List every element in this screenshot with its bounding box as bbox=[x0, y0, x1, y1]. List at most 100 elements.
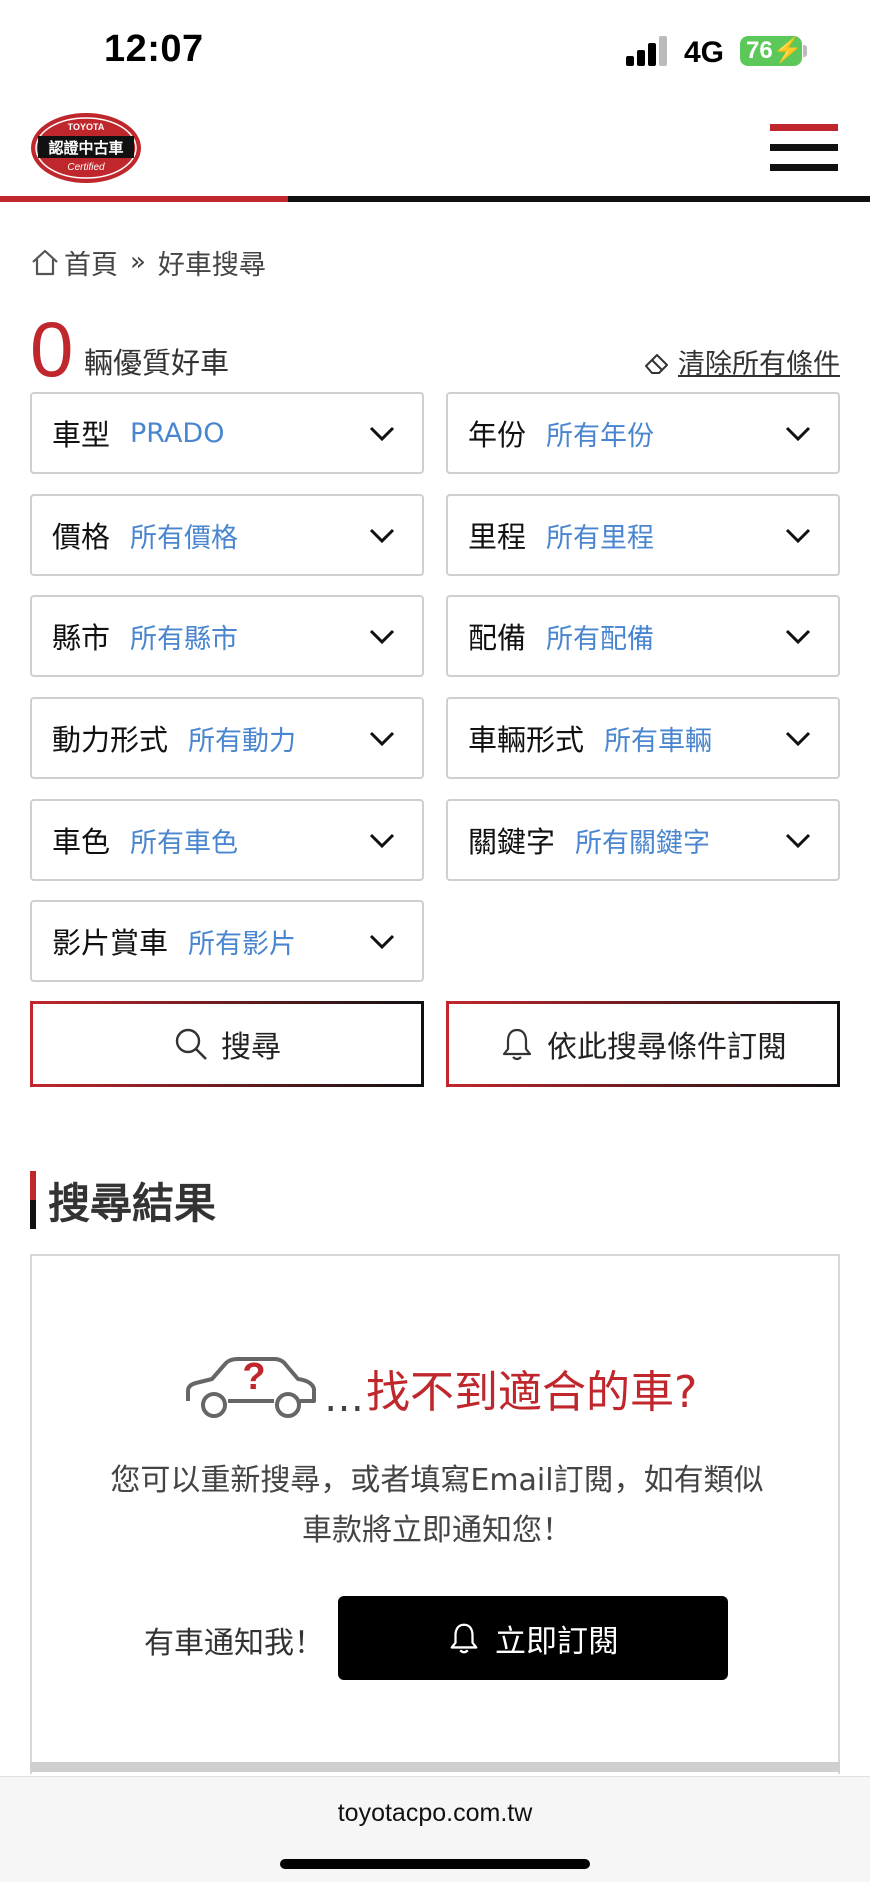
chevron-down-icon bbox=[369, 833, 395, 849]
chevron-down-icon bbox=[785, 833, 811, 849]
clear-all-label: 清除所有條件 bbox=[678, 349, 840, 380]
results-heading: 搜尋結果 bbox=[30, 1170, 216, 1230]
chevron-down-icon bbox=[369, 426, 395, 442]
subscribe-search-button[interactable]: 依此搜尋條件訂閱 bbox=[446, 1001, 840, 1087]
filter-body-type-select[interactable]: 車輛形式 所有車輛 bbox=[446, 697, 840, 779]
charging-bolt-icon: ⚡ bbox=[772, 37, 803, 64]
result-count-label: 輛優質好車 bbox=[84, 346, 230, 380]
site-header: TOYOTA 認證中古車 Certified bbox=[0, 100, 870, 200]
chevron-down-icon bbox=[785, 426, 811, 442]
filter-value: 所有車輛 bbox=[604, 725, 713, 757]
logo-sub: Certified bbox=[67, 162, 105, 173]
bell-icon bbox=[502, 1028, 532, 1061]
filter-label: 車輛形式 bbox=[468, 723, 585, 757]
logo-title: 認證中古車 bbox=[48, 139, 123, 157]
home-indicator[interactable] bbox=[280, 1859, 590, 1869]
chevron-down-icon bbox=[369, 528, 395, 544]
filter-label: 車型 bbox=[52, 418, 111, 452]
status-time: 12:07 bbox=[104, 28, 204, 70]
filter-label: 影片賞車 bbox=[52, 926, 169, 960]
subscribe-now-label: 立即訂閱 bbox=[495, 1623, 619, 1660]
result-count-number: 0 bbox=[30, 305, 74, 393]
signal-icon bbox=[626, 36, 670, 66]
filter-label: 縣市 bbox=[52, 621, 111, 655]
filter-label: 關鍵字 bbox=[468, 825, 556, 859]
menu-bar-black bbox=[770, 144, 838, 151]
chevron-down-icon bbox=[785, 528, 811, 544]
desc-line-2: 車款將立即通知您！ bbox=[302, 1513, 572, 1548]
filter-label: 車色 bbox=[52, 825, 111, 859]
no-result-panel: ? … 找不到適合的車? 您可以重新搜尋，或者填寫Email訂閱，如有類似 車款… bbox=[30, 1254, 840, 1774]
filter-value: 所有動力 bbox=[188, 725, 297, 757]
no-car-text: 找不到適合的車? bbox=[366, 1367, 698, 1418]
breadcrumb-current: 好車搜尋 bbox=[157, 249, 266, 281]
menu-bar-red bbox=[770, 124, 838, 131]
filter-value: 所有價格 bbox=[130, 522, 239, 554]
filter-model-select[interactable]: 車型 PRADO bbox=[30, 392, 424, 474]
search-button[interactable]: 搜尋 bbox=[30, 1001, 424, 1087]
filter-label: 價格 bbox=[52, 520, 111, 554]
filter-label: 年份 bbox=[468, 418, 527, 452]
filter-value: 所有影片 bbox=[188, 928, 297, 960]
filter-label: 動力形式 bbox=[52, 723, 169, 757]
result-count-row: 0 輛優質好車 清除所有條件 bbox=[30, 310, 840, 388]
filter-mileage-select[interactable]: 里程 所有里程 bbox=[446, 494, 840, 576]
breadcrumb-home-link[interactable]: 首頁 bbox=[64, 243, 118, 282]
filter-city-select[interactable]: 縣市 所有縣市 bbox=[30, 595, 424, 677]
bell-icon bbox=[450, 1623, 478, 1654]
breadcrumb: 首頁 » 好車搜尋 bbox=[30, 242, 266, 282]
network-type: 4G bbox=[684, 36, 725, 69]
filter-powertrain-select[interactable]: 動力形式 所有動力 bbox=[30, 697, 424, 779]
logo-brand: TOYOTA bbox=[68, 122, 105, 132]
battery-level: 76 bbox=[746, 37, 773, 64]
filter-video-select[interactable]: 影片賞車 所有影片 bbox=[30, 900, 424, 982]
header-line-red bbox=[0, 196, 288, 202]
filter-value: 所有關鍵字 bbox=[575, 827, 711, 859]
clear-all-filters-button[interactable]: 清除所有條件 bbox=[642, 342, 840, 381]
filter-value: 所有配備 bbox=[546, 623, 655, 655]
filter-value: 所有車色 bbox=[130, 827, 239, 859]
filter-label: 里程 bbox=[468, 520, 527, 554]
subscribe-now-button[interactable]: 立即訂閱 bbox=[338, 1596, 728, 1680]
filter-value: 所有年份 bbox=[546, 420, 655, 452]
svg-text:?: ? bbox=[242, 1356, 265, 1398]
browser-bottom-bar: toyotacpo.com.tw bbox=[0, 1776, 870, 1882]
panel-bottom-shadow bbox=[30, 1762, 840, 1772]
chevron-down-icon bbox=[785, 731, 811, 747]
menu-bar-black bbox=[770, 164, 838, 171]
menu-hamburger-button[interactable] bbox=[770, 124, 838, 172]
no-result-description: 您可以重新搜尋，或者填寫Email訂閱，如有類似 車款將立即通知您！ bbox=[52, 1456, 822, 1556]
filter-equipment-select[interactable]: 配備 所有配備 bbox=[446, 595, 840, 677]
battery-cap bbox=[803, 45, 807, 57]
notify-label: 有車通知我！ bbox=[144, 1626, 324, 1661]
filter-value: 所有縣市 bbox=[130, 623, 239, 655]
breadcrumb-separator: » bbox=[130, 247, 146, 277]
car-question-icon: ? bbox=[186, 1356, 316, 1418]
search-icon bbox=[175, 1028, 207, 1060]
heading-accent-bar bbox=[30, 1171, 36, 1229]
search-button-label: 搜尋 bbox=[221, 1030, 281, 1065]
filter-value: 所有里程 bbox=[546, 522, 655, 554]
filter-price-select[interactable]: 價格 所有價格 bbox=[30, 494, 424, 576]
toyota-certified-logo[interactable]: TOYOTA 認證中古車 Certified bbox=[30, 112, 142, 184]
filter-color-select[interactable]: 車色 所有車色 bbox=[30, 799, 424, 881]
filter-keyword-select[interactable]: 關鍵字 所有關鍵字 bbox=[446, 799, 840, 881]
chevron-down-icon bbox=[369, 629, 395, 645]
chevron-down-icon bbox=[785, 629, 811, 645]
filter-value: PRADO bbox=[130, 417, 225, 449]
filter-label: 配備 bbox=[468, 621, 527, 655]
status-bar: 12:07 4G 76⚡ bbox=[0, 0, 870, 100]
filter-year-select[interactable]: 年份 所有年份 bbox=[446, 392, 840, 474]
header-line-black bbox=[288, 196, 870, 202]
chevron-down-icon bbox=[369, 934, 395, 950]
results-title: 搜尋結果 bbox=[48, 1178, 217, 1228]
battery-icon: 76⚡ bbox=[740, 36, 803, 66]
home-icon bbox=[32, 249, 58, 276]
address-bar-url[interactable]: toyotacpo.com.tw bbox=[0, 1799, 870, 1828]
chevron-down-icon bbox=[369, 731, 395, 747]
subscribe-search-label: 依此搜尋條件訂閱 bbox=[547, 1030, 787, 1065]
ellipsis: … bbox=[324, 1375, 364, 1421]
eraser-icon bbox=[645, 353, 668, 374]
desc-line-1: 您可以重新搜尋，或者填寫Email訂閱，如有類似 bbox=[110, 1463, 764, 1498]
no-car-message: ? … 找不到適合的車? bbox=[182, 1348, 697, 1428]
